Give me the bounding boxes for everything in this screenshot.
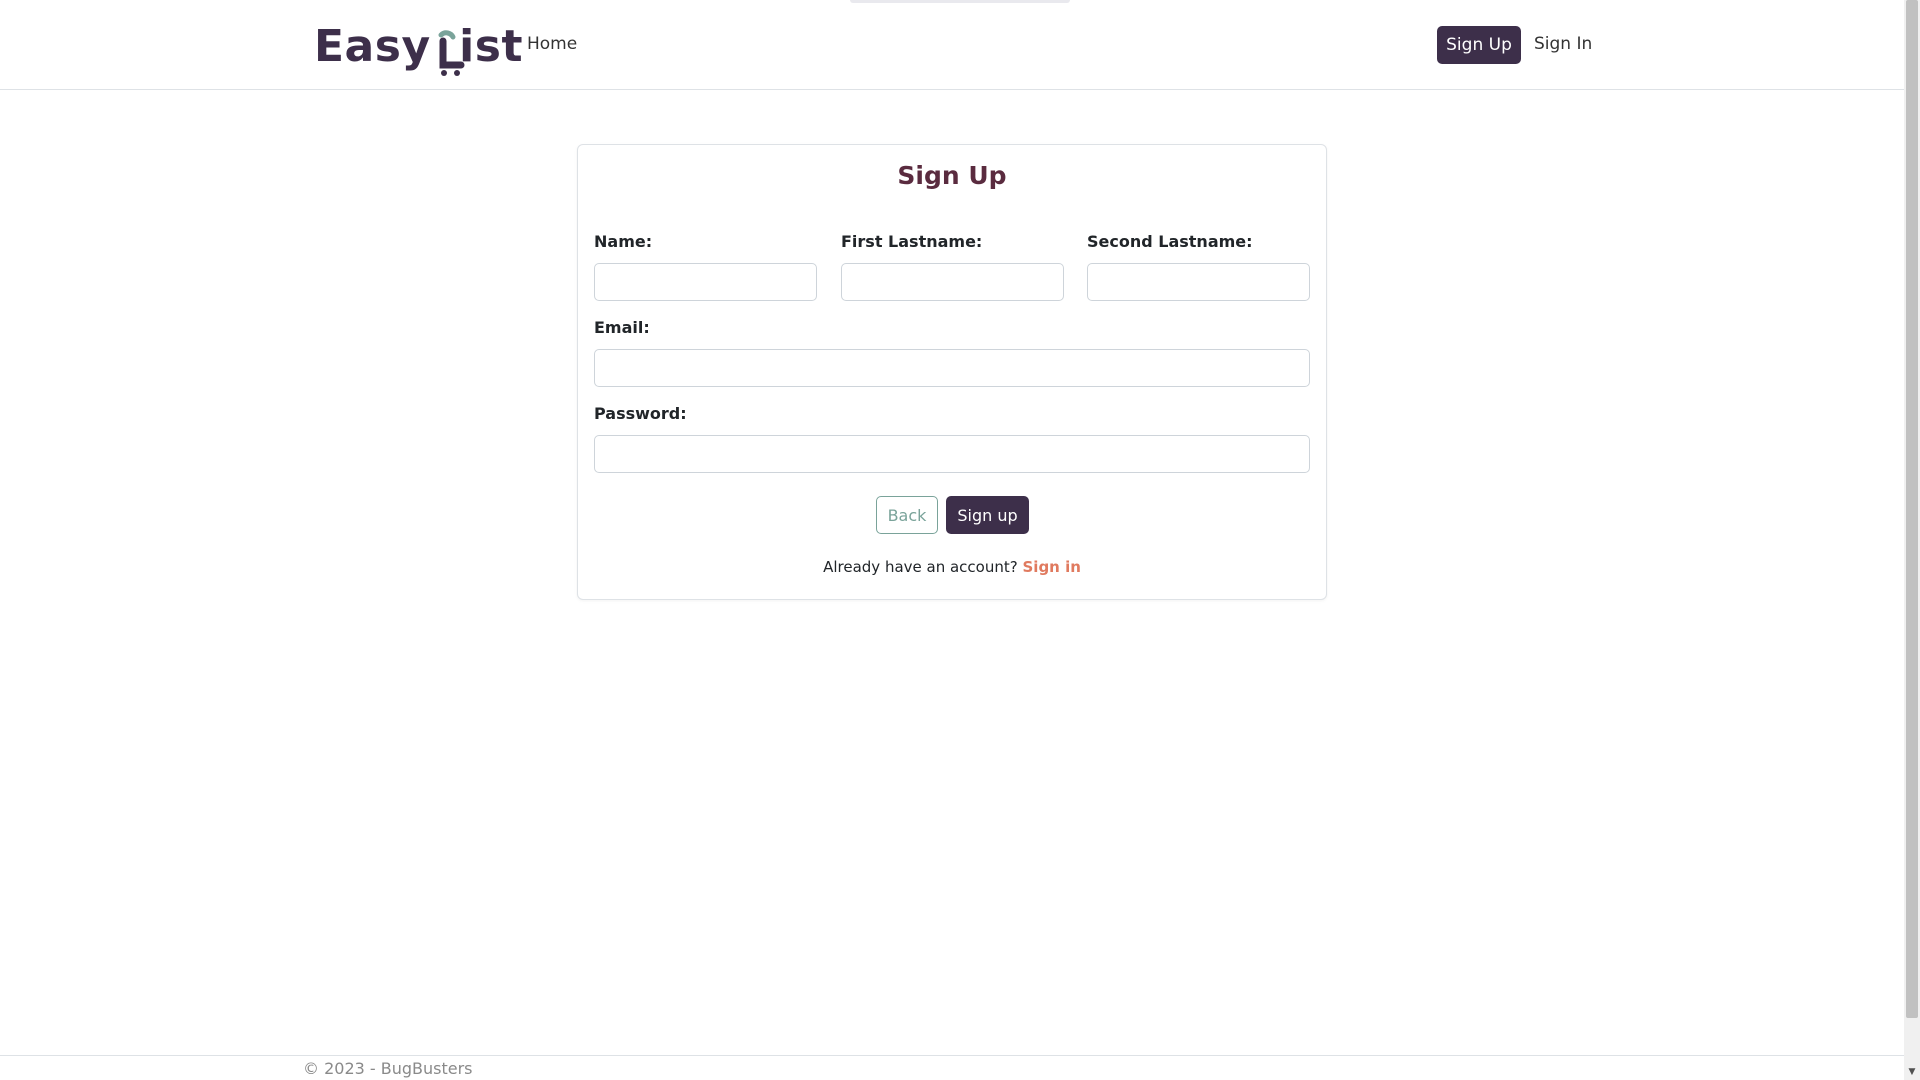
navbar: EasyL ist Home Sign Up Sign In [0, 0, 1904, 90]
password-field[interactable] [594, 435, 1310, 473]
brand-logo[interactable]: EasyL ist [314, 18, 523, 76]
password-label: Password: [594, 404, 687, 423]
signin-link[interactable]: Sign in [1023, 558, 1081, 576]
footer-copyright: © 2023 - BugBusters [303, 1059, 473, 1078]
nav-home-link[interactable]: Home [527, 34, 577, 54]
page-title: Sign Up [897, 161, 1007, 190]
first-lastname-field[interactable] [841, 263, 1064, 301]
name-field[interactable] [594, 263, 817, 301]
signin-prompt: Already have an account? Sign in [578, 558, 1326, 576]
email-label: Email: [594, 318, 650, 337]
first-lastname-label: First Lastname: [841, 232, 983, 251]
nav-signin-link[interactable]: Sign In [1534, 34, 1592, 54]
brand-text-easy: Easy [314, 21, 431, 72]
footer: © 2023 - BugBusters [0, 1055, 1904, 1080]
scroll-down-arrow-icon[interactable]: ▼ [1904, 1064, 1920, 1080]
signup-card: Sign Up Name: First Lastname: Second Las… [577, 144, 1327, 600]
vertical-scrollbar[interactable]: ▼ [1904, 0, 1920, 1080]
signup-submit-button[interactable]: Sign up [946, 496, 1029, 534]
brand-l: L [431, 21, 465, 76]
brand-text-ist: ist [459, 21, 523, 72]
back-button[interactable]: Back [876, 496, 938, 534]
already-text: Already have an account? [823, 558, 1018, 576]
second-lastname-label: Second Lastname: [1087, 232, 1253, 251]
second-lastname-field[interactable] [1087, 263, 1310, 301]
top-shadow [850, 0, 1070, 3]
email-field[interactable] [594, 349, 1310, 387]
nav-signup-button[interactable]: Sign Up [1437, 26, 1521, 64]
scrollbar-thumb[interactable] [1906, 0, 1918, 1018]
name-label: Name: [594, 232, 653, 251]
cart-icon [438, 30, 465, 76]
